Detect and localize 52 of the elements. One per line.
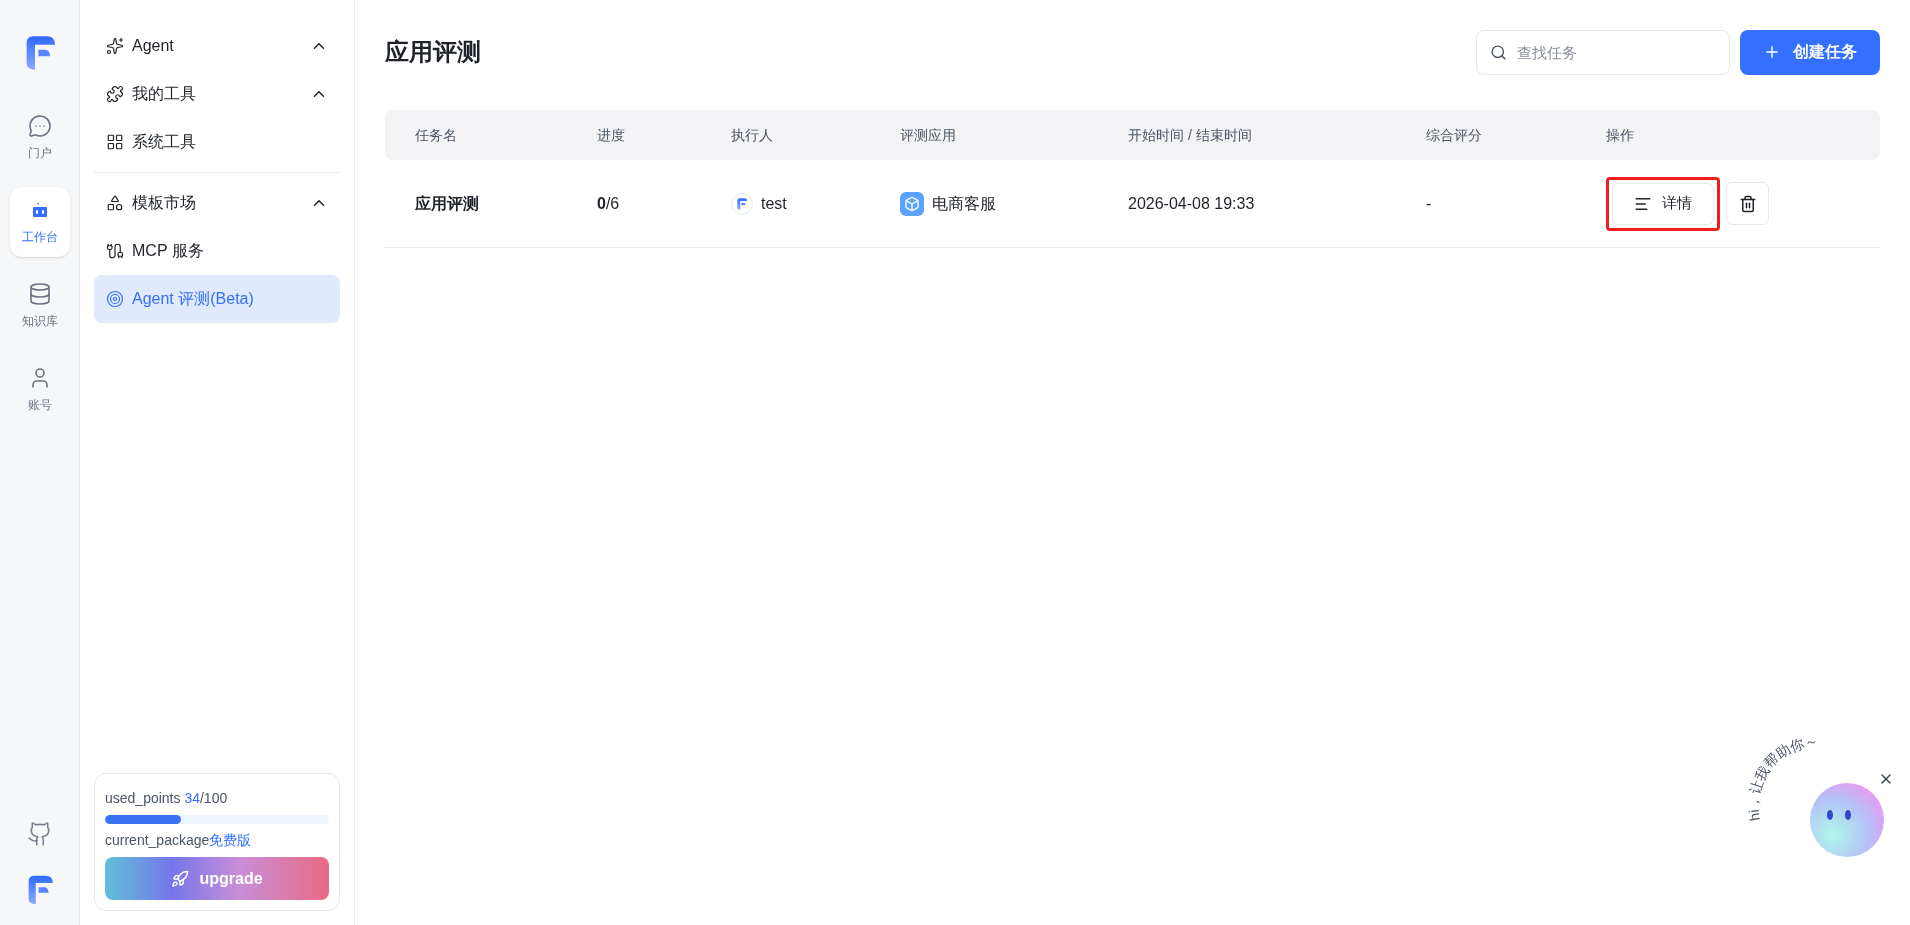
table-cell: 0/6	[597, 194, 620, 212]
section-header[interactable]: Agent	[94, 22, 340, 70]
shapes-icon	[106, 194, 124, 212]
nav-item[interactable]: 系统工具	[94, 118, 340, 166]
table-cell-text: 电商客服	[932, 193, 996, 214]
page-title: 应用评测	[385, 37, 482, 67]
create-task-button[interactable]: 创建任务	[1740, 29, 1880, 75]
rail-label: 知识库	[21, 313, 58, 330]
search-icon	[1490, 43, 1507, 61]
rail-item[interactable]: 知识库	[9, 271, 70, 341]
target-icon	[106, 290, 124, 308]
cube-icon	[900, 191, 924, 216]
column-header: 执行人	[731, 126, 773, 143]
table-cell: -	[1426, 194, 1432, 212]
chat-icon	[27, 114, 52, 138]
search-field[interactable]: 查找任务	[1476, 29, 1730, 75]
package-text: current_package免费版	[105, 831, 253, 850]
column-header: 进度	[597, 126, 625, 143]
column-header: 综合评分	[1426, 126, 1482, 143]
rail-item[interactable]: 工作台	[9, 187, 70, 257]
table-cell-text: test	[761, 193, 787, 214]
column-header: 开始时间 / 结束时间	[1128, 126, 1252, 143]
nav-item[interactable]: Agent 评测(Beta)	[94, 275, 340, 323]
section-header[interactable]: 我的工具	[94, 70, 340, 118]
section-header[interactable]: 模板市场	[94, 179, 340, 227]
cable-icon	[106, 242, 124, 260]
grid-icon	[106, 133, 124, 151]
table-cell: 2026-04-08 19:33	[1128, 194, 1255, 212]
section-title: 我的工具	[132, 84, 197, 104]
puzzle-icon	[106, 85, 124, 103]
column-header: 评测应用	[900, 126, 956, 143]
column-header: 任务名	[415, 126, 457, 143]
rail-item[interactable]: 账号	[9, 355, 70, 425]
rail-label: 账号	[27, 397, 52, 414]
trash-icon	[1738, 194, 1757, 213]
nav-item[interactable]: MCP 服务	[94, 227, 340, 275]
section-title: 模板市场	[132, 193, 197, 213]
details-button[interactable]: 详情	[1612, 182, 1714, 225]
delete-button[interactable]	[1726, 182, 1769, 225]
database-icon	[27, 282, 52, 306]
rail-label: 工作台	[21, 229, 58, 246]
rail-label: 门户	[27, 145, 52, 162]
column-header: 操作	[1606, 126, 1634, 143]
upgrade-button[interactable]: upgrade	[105, 857, 329, 900]
sparkles-icon	[106, 37, 124, 55]
rail-item[interactable]: 门户	[9, 103, 70, 173]
table-cell: 应用评测	[415, 194, 479, 212]
plus-icon	[1763, 43, 1781, 61]
greeting-text: hi，让我帮助你～	[1730, 725, 1850, 825]
usage-text: used_points 34/100	[105, 789, 229, 808]
section-title: Agent	[132, 36, 175, 56]
rocket-icon	[171, 869, 190, 888]
